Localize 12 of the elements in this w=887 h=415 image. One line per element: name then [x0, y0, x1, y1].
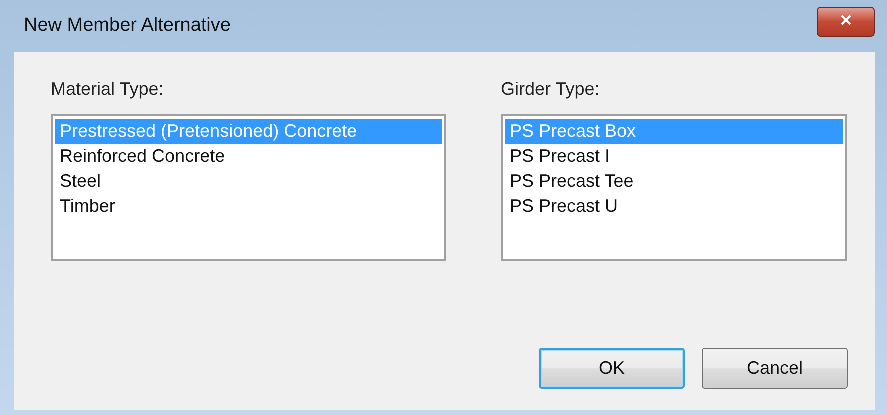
list-item[interactable]: PS Precast Tee — [505, 169, 843, 194]
list-item[interactable]: Reinforced Concrete — [55, 144, 442, 169]
list-label: Material Type: — [51, 78, 164, 101]
list-item[interactable]: Timber — [55, 194, 442, 219]
dialog-button[interactable]: Cancel — [702, 348, 848, 389]
window-title: New Member Alternative — [24, 14, 231, 38]
list-label: Girder Type: — [501, 78, 600, 101]
list-item[interactable]: Steel — [55, 169, 442, 194]
list-item[interactable]: PS Precast I — [505, 144, 843, 169]
dialog-button[interactable]: OK — [539, 348, 685, 389]
close-button[interactable]: ✕ — [817, 7, 875, 37]
list-item[interactable]: PS Precast U — [505, 194, 843, 219]
